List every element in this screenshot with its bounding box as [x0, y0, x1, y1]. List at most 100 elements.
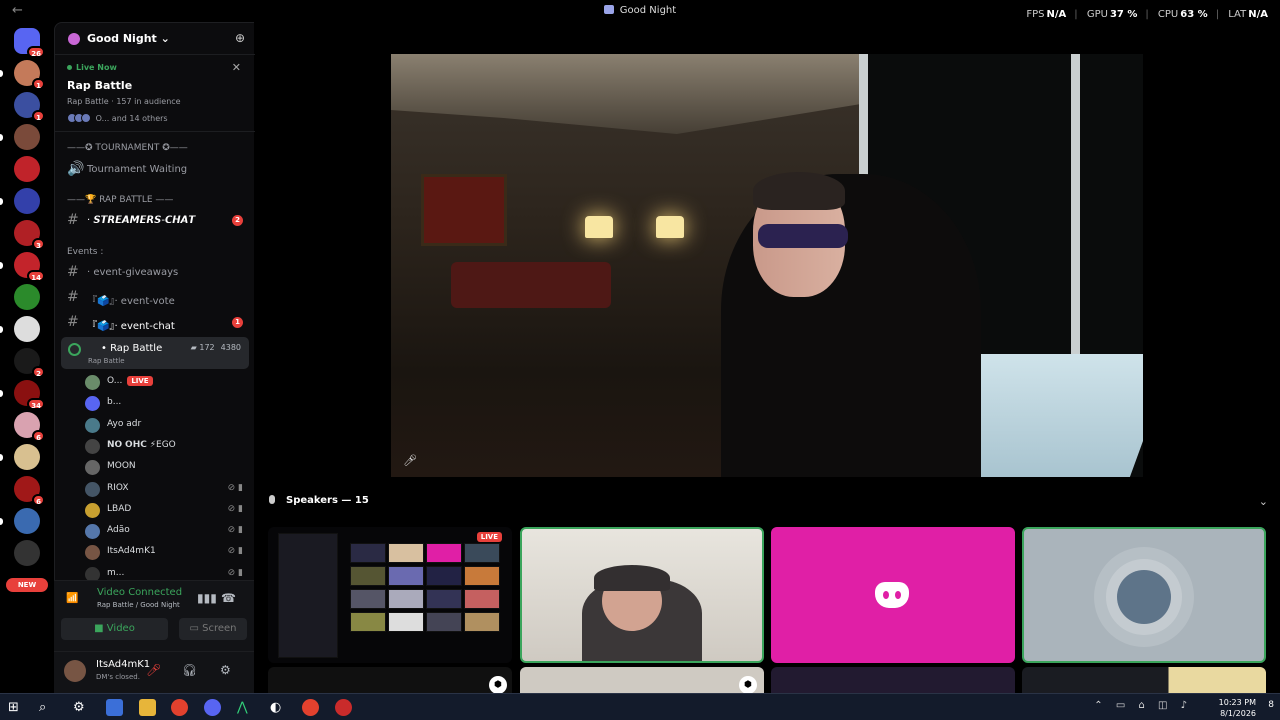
live-stage-title: Rap Battle	[67, 79, 133, 92]
category-events[interactable]: Events :	[67, 247, 103, 257]
chrome-icon[interactable]	[171, 699, 188, 716]
new-badge[interactable]: NEW	[6, 578, 48, 592]
category-tournament[interactable]: ——✪ TOURNAMENT ✪——	[67, 143, 188, 153]
notification-icon[interactable]: 8	[1268, 700, 1274, 710]
voice-location: Rap Battle / Good Night	[97, 601, 180, 609]
voice-connected-label[interactable]: Video Connected	[97, 587, 182, 598]
user-status: DM's closed.	[96, 673, 140, 681]
server-icon[interactable]: 1	[14, 60, 45, 90]
server-icon[interactable]	[14, 156, 40, 182]
capcut-icon[interactable]: ◐	[270, 699, 287, 716]
windows-start-icon[interactable]: ⊞	[8, 699, 25, 716]
soundboard-icon[interactable]: ▮▮▮	[197, 591, 217, 605]
search-icon[interactable]: ⌕	[39, 699, 56, 716]
live-badge: LIVE	[476, 532, 502, 542]
voice-user[interactable]: 𝗡𝗢 𝗢𝗛𝗖 ⚡EGO	[80, 436, 255, 457]
guild-icon	[68, 33, 80, 45]
hashtag-icon: #	[67, 212, 79, 228]
server-icon[interactable]	[14, 444, 40, 470]
unread-pill	[0, 70, 3, 77]
mic-muted-icon[interactable]: 🎤︎	[146, 663, 161, 677]
speaker-tile-camera[interactable]	[520, 527, 764, 663]
category-rap-battle[interactable]: ——🏆 RAP BATTLE ——	[67, 195, 173, 205]
voice-user[interactable]: ItsAd4mK1 ⊘ ▮	[80, 542, 255, 563]
clock[interactable]: 10:23 PM 8/1/2026	[1219, 697, 1256, 719]
mic-muted-icon: 🎤︎	[403, 454, 417, 467]
avatar	[85, 460, 100, 476]
disconnect-icon[interactable]: ☎	[221, 591, 236, 605]
server-icon[interactable]	[14, 540, 40, 566]
channel-streamers-chat[interactable]: # · 𝙎𝙏𝙍𝙀𝘼𝙈𝙀𝙍𝙎-𝘾𝙃𝘼𝙏 2	[55, 210, 255, 232]
camera-icon: ■	[94, 623, 104, 634]
voice-channel-rap-battle[interactable]: • Rap Battle Rap Battle ▰ 172 4380	[61, 337, 249, 369]
discord-logo-icon	[875, 582, 909, 608]
headphones-icon[interactable]: 🎧︎	[182, 663, 197, 677]
channel-event-giveaways[interactable]: # · event-giveaways	[55, 262, 255, 284]
server-icon[interactable]: 1	[14, 92, 45, 122]
server-icon[interactable]: 3	[14, 220, 45, 250]
screen-share-button[interactable]: ▭ Screen	[179, 618, 247, 640]
voice-user[interactable]: RIOX ⊘ ▮	[80, 479, 255, 500]
video-button[interactable]: ■ Video	[61, 618, 168, 640]
avatar	[85, 438, 100, 454]
voice-user[interactable]: b...	[80, 393, 255, 414]
discord-icon[interactable]	[204, 699, 221, 716]
unread-pill	[0, 134, 3, 141]
shield-icon: ⬢	[489, 676, 507, 694]
server-icon[interactable]	[14, 188, 40, 214]
server-rail: 26 1 1 3 14 2 34 6 6 NEW	[0, 22, 54, 693]
guild-name[interactable]: Good Night ⌄	[87, 32, 170, 45]
server-icon[interactable]	[14, 508, 40, 534]
avatar	[85, 545, 100, 561]
speaker-tile[interactable]	[268, 667, 512, 693]
close-icon[interactable]: ✕	[232, 61, 241, 74]
main-video-feed[interactable]: 🎤︎	[391, 54, 1143, 477]
speaker-tile-screenshare[interactable]: LIVE	[268, 527, 512, 663]
speaker-tile[interactable]	[771, 667, 1015, 693]
server-icon[interactable]	[14, 124, 40, 150]
server-icon[interactable]: 6	[14, 412, 45, 442]
gear-icon[interactable]: ⚙	[220, 663, 231, 677]
server-icon[interactable]: 2	[14, 348, 45, 378]
gear-icon[interactable]: ⚙	[73, 699, 90, 716]
unread-pill	[0, 198, 3, 205]
live-stage-sub: Rap Battle · 157 in audience	[67, 97, 181, 106]
folder-icon[interactable]	[139, 699, 156, 716]
channel-event-chat[interactable]: # 『🗳️』· event-chat 1	[55, 312, 255, 334]
user-area: ItsAd4mK1 DM's closed. 🎤︎ 🎧︎ ⚙	[54, 651, 254, 694]
server-icon[interactable]: 34	[14, 380, 45, 410]
chevron-down-icon[interactable]: ⌄	[1259, 495, 1268, 508]
discord-home-icon[interactable]: 26	[14, 28, 45, 58]
store-icon[interactable]	[106, 699, 123, 716]
server-icon[interactable]: 6	[14, 476, 45, 506]
hashtag-icon: #	[67, 264, 79, 280]
invite-people-icon[interactable]: ⊕	[235, 31, 245, 45]
system-tray[interactable]: ⌃ ▭ ⌂ ◫ ♪	[1094, 700, 1192, 711]
speaker-tile-discord[interactable]	[771, 527, 1015, 663]
server-icon[interactable]: 14	[14, 252, 45, 282]
avatar[interactable]	[64, 660, 86, 682]
voice-user[interactable]: LBAD ⊘ ▮	[80, 500, 255, 521]
guild-header[interactable]: Good Night ⌄ ⊕	[55, 23, 255, 55]
channel-tournament-waiting[interactable]: 🔊 Tournament Waiting	[55, 159, 255, 181]
server-icon[interactable]	[14, 316, 40, 342]
avatar	[85, 502, 100, 518]
app-icon[interactable]: ⋀	[237, 699, 254, 716]
screenshare-preview	[278, 533, 500, 658]
voice-user[interactable]: O... LIVE	[80, 372, 255, 393]
voice-user[interactable]: Adão ⊘ ▮	[80, 521, 255, 542]
channel-event-vote[interactable]: # 『🗳️』· event-vote	[55, 287, 255, 309]
live-now-card[interactable]: Live Now ✕ Rap Battle Rap Battle · 157 i…	[55, 56, 255, 132]
unread-pill	[0, 262, 3, 269]
voice-user[interactable]: Ayo adr	[80, 415, 255, 436]
app-icon[interactable]	[335, 699, 352, 716]
speaker-tile[interactable]	[1022, 667, 1266, 693]
speaker-tile[interactable]	[520, 667, 764, 693]
mic-muted-icon: ⊘ ▮	[227, 482, 243, 493]
unread-pill	[0, 390, 3, 397]
chrome-icon[interactable]	[302, 699, 319, 716]
speaker-tile-avatar[interactable]	[1022, 527, 1266, 663]
server-icon[interactable]	[14, 284, 40, 310]
voice-user[interactable]: MOON	[80, 457, 255, 478]
user-name[interactable]: ItsAd4mK1	[96, 659, 150, 670]
